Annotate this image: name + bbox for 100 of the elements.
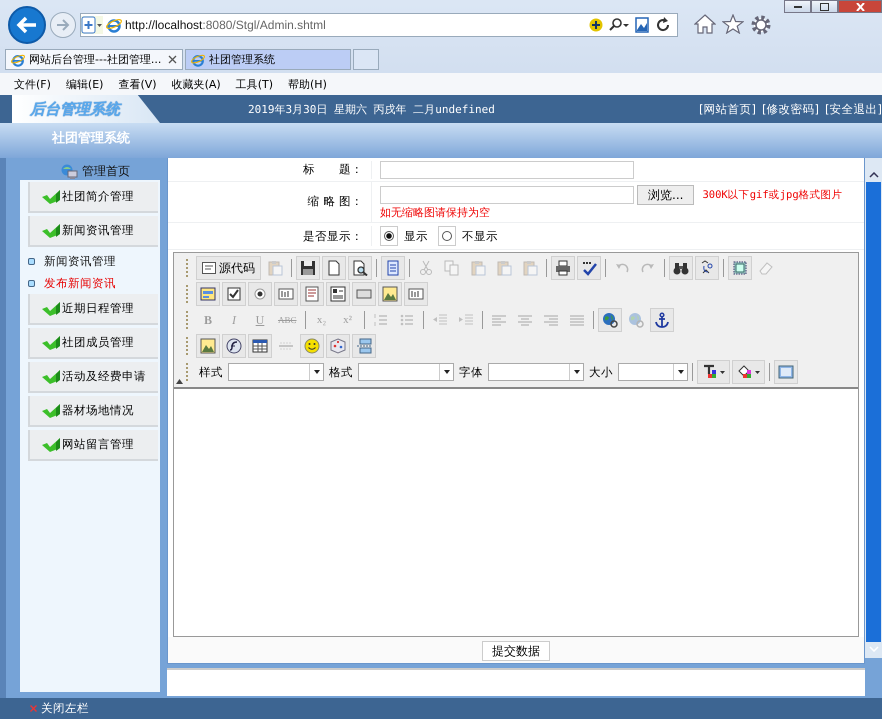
sidebar-section[interactable]: 活动及经费申请: [28, 362, 158, 393]
close-icon[interactable]: [168, 55, 177, 64]
toolbar-button[interactable]: [322, 256, 346, 280]
dropdown-arrow-icon: [314, 370, 320, 374]
radio-icon: [252, 286, 268, 302]
toolbar-button[interactable]: [695, 256, 719, 280]
cube-icon: [330, 338, 346, 354]
shield-icon: [81, 16, 103, 34]
toolbar-button[interactable]: [222, 334, 246, 358]
settings-icon[interactable]: [750, 14, 772, 36]
check-arrow-icon: [42, 302, 61, 316]
page-break-icon: [356, 338, 372, 354]
toolbar-button[interactable]: [348, 256, 372, 280]
home-link[interactable]: 管理首页: [82, 163, 130, 180]
thumbnail-note: 如无缩略图请保持为空: [380, 205, 491, 220]
sidebar-section[interactable]: 社团简介管理: [28, 182, 158, 213]
check-arrow-icon: [42, 438, 61, 452]
refresh-icon[interactable]: [655, 16, 671, 33]
browse-button[interactable]: 浏览...: [637, 185, 694, 205]
toolbar-button[interactable]: [404, 282, 428, 306]
caret-icon: [755, 370, 760, 374]
header-link[interactable]: [修改密码]: [762, 102, 820, 116]
toolbar-button[interactable]: [296, 256, 320, 280]
browser-tab[interactable]: 网站后台管理---社团管理...: [5, 48, 183, 70]
replace-icon: [699, 260, 715, 276]
close-sidebar-link[interactable]: 关闭左栏: [41, 701, 89, 716]
eraser-icon: [758, 260, 774, 276]
toolbar-button[interactable]: [248, 334, 272, 358]
picture-icon[interactable]: [635, 16, 649, 33]
toolbar-button[interactable]: [697, 360, 730, 384]
toolbar-button[interactable]: [196, 334, 220, 358]
sidebar-link[interactable]: 发布新闻资讯: [28, 272, 160, 294]
toolbar-button[interactable]: [378, 282, 402, 306]
minimize-button[interactable]: [784, 0, 811, 13]
toolbar-button[interactable]: [669, 256, 693, 280]
toolbar-button[interactable]: [300, 282, 324, 306]
format-hint: 300K以下gif或jpg格式图片: [702, 188, 843, 202]
maximize-icon: [778, 364, 794, 380]
maximize-button[interactable]: [811, 0, 838, 13]
toolbar-button[interactable]: [381, 256, 405, 280]
star-icon[interactable]: [722, 14, 744, 34]
toolbar-button[interactable]: [326, 282, 350, 306]
header-link[interactable]: [安全退出]: [825, 102, 882, 116]
form-icon: [200, 286, 216, 302]
sidebar-section[interactable]: 网站留言管理: [28, 430, 158, 461]
radio-button[interactable]: [384, 231, 394, 241]
close-button[interactable]: [838, 0, 882, 13]
scissors-icon: [418, 260, 434, 276]
scrollbar[interactable]: [865, 158, 882, 658]
menu-item[interactable]: 收藏夹(A): [172, 76, 221, 92]
home-icon[interactable]: [694, 14, 716, 34]
dropdown-arrow-icon: [444, 370, 450, 374]
sidebar-section[interactable]: 新闻资讯管理: [28, 216, 158, 247]
title-field[interactable]: [380, 160, 634, 178]
clipboard-icon: [267, 260, 283, 276]
search-icon[interactable]: [609, 18, 629, 32]
printer-icon: [555, 260, 571, 276]
toolbar-button[interactable]: [577, 256, 601, 280]
submit-button[interactable]: 提交数据: [482, 641, 550, 661]
address-bar[interactable]: http://localhost:8080/Stgl/Admin.shtml: [80, 12, 678, 37]
toolbar-button[interactable]: [728, 256, 752, 280]
browser-tab[interactable]: 社团管理系统: [185, 48, 351, 70]
page-icon: [326, 260, 342, 276]
toolbar-button[interactable]: [732, 360, 765, 384]
address-text: http://localhost:8080/Stgl/Admin.shtml: [125, 18, 327, 32]
toolbar-button[interactable]: [650, 308, 674, 332]
sidebar-section[interactable]: 器材场地情况: [28, 396, 158, 427]
toolbar-button[interactable]: [196, 282, 220, 306]
sidebar-section[interactable]: 近期日程管理: [28, 294, 158, 325]
collapse-icon[interactable]: [176, 379, 183, 384]
field-label: 是否显示：: [302, 228, 364, 244]
toolbar-button[interactable]: [598, 308, 622, 332]
globe-icon: [628, 312, 644, 328]
back-button[interactable]: [8, 6, 46, 44]
maximize-icon: [820, 2, 829, 10]
radio-button[interactable]: [442, 231, 452, 241]
sidebar-section[interactable]: 社团成员管理: [28, 328, 158, 359]
menu-item[interactable]: 帮助(H): [288, 76, 327, 92]
sidebar-link[interactable]: 新闻资讯管理: [28, 250, 160, 272]
source-button[interactable]: 源代码: [196, 256, 261, 280]
text-color-icon: [702, 364, 718, 380]
field-label: 缩 略 图：: [306, 193, 364, 210]
toolbar-button[interactable]: [248, 282, 272, 306]
header-link[interactable]: [网站首页]: [699, 102, 756, 116]
toolbar-button[interactable]: [222, 282, 246, 306]
check-arrow-icon: [42, 336, 61, 350]
globe-icon: [602, 312, 618, 328]
toolbar-button[interactable]: [551, 256, 575, 280]
menu-item[interactable]: 文件(F): [14, 76, 51, 92]
toolbar-button[interactable]: [352, 282, 376, 306]
toolbar-button[interactable]: [300, 334, 324, 358]
toolbar-button[interactable]: [274, 282, 298, 306]
menu-item[interactable]: 查看(V): [118, 76, 157, 92]
combo-label: 格式: [329, 364, 353, 380]
menu-item[interactable]: 编辑(E): [66, 76, 104, 92]
system-title: 社团管理系统: [52, 130, 130, 147]
menu-item[interactable]: 工具(T): [236, 76, 273, 92]
plus-circle-icon[interactable]: [589, 18, 603, 32]
combo-label: 大小: [589, 364, 613, 380]
thumbnail-field[interactable]: [380, 186, 634, 204]
